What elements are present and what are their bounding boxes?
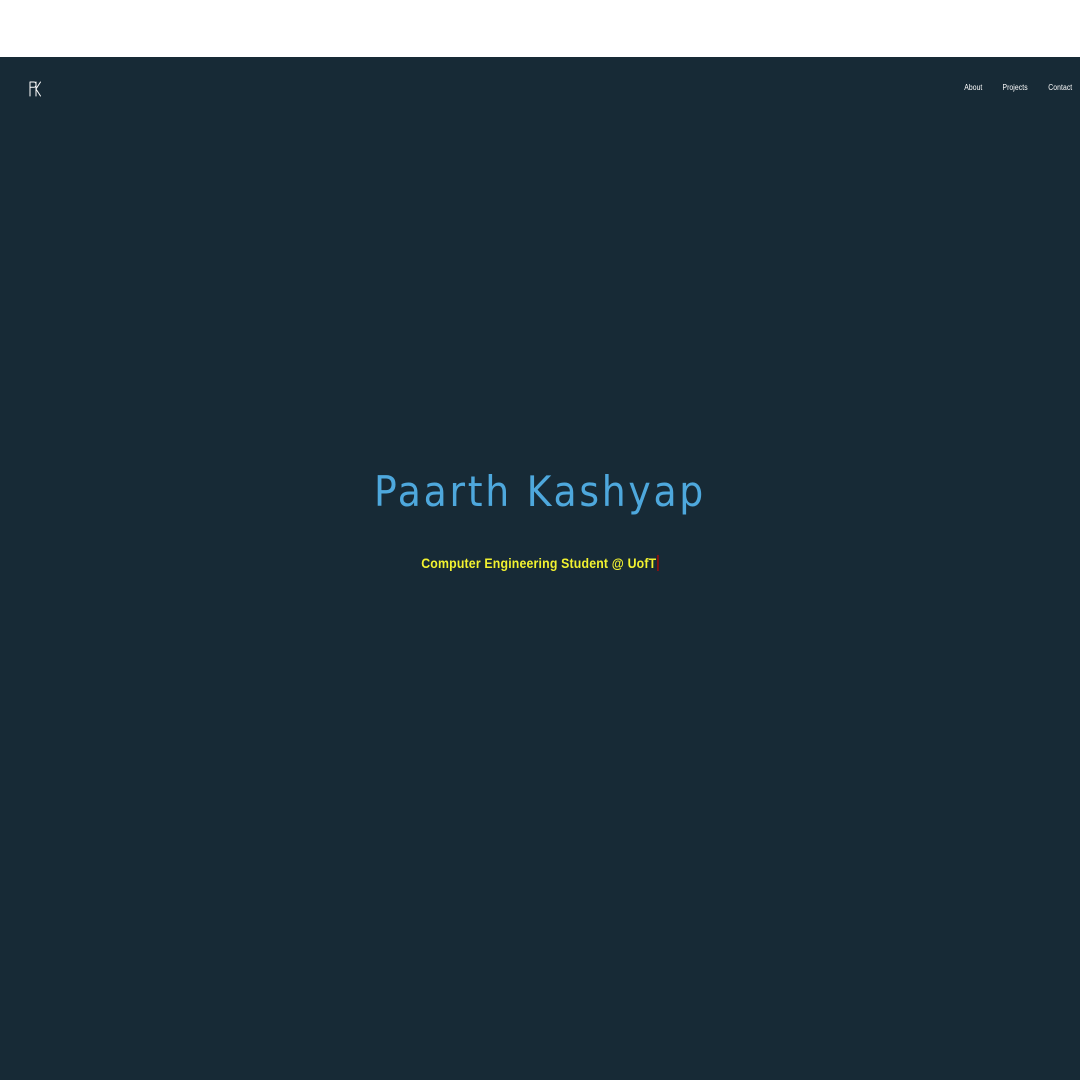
main-nav: About Projects Contact (961, 83, 1072, 93)
hero-tagline-row: Computer Engineering Student @ UofT (0, 555, 1080, 573)
nav-contact[interactable]: Contact (1048, 83, 1072, 93)
nav-about[interactable]: About (964, 83, 982, 93)
hero-tagline: Computer Engineering Student @ UofT (421, 555, 659, 571)
pk-logo[interactable]: PK (29, 81, 41, 97)
typing-cursor (657, 555, 659, 571)
hero-page: PK About Projects Contact Paarth Kashyap… (0, 57, 1080, 1080)
nav-projects[interactable]: Projects (1002, 83, 1027, 93)
top-strip (0, 0, 1080, 57)
hero-name: Paarth Kashyap (373, 467, 707, 516)
tagline-text: Computer Engineering Student @ UofT (421, 555, 657, 571)
